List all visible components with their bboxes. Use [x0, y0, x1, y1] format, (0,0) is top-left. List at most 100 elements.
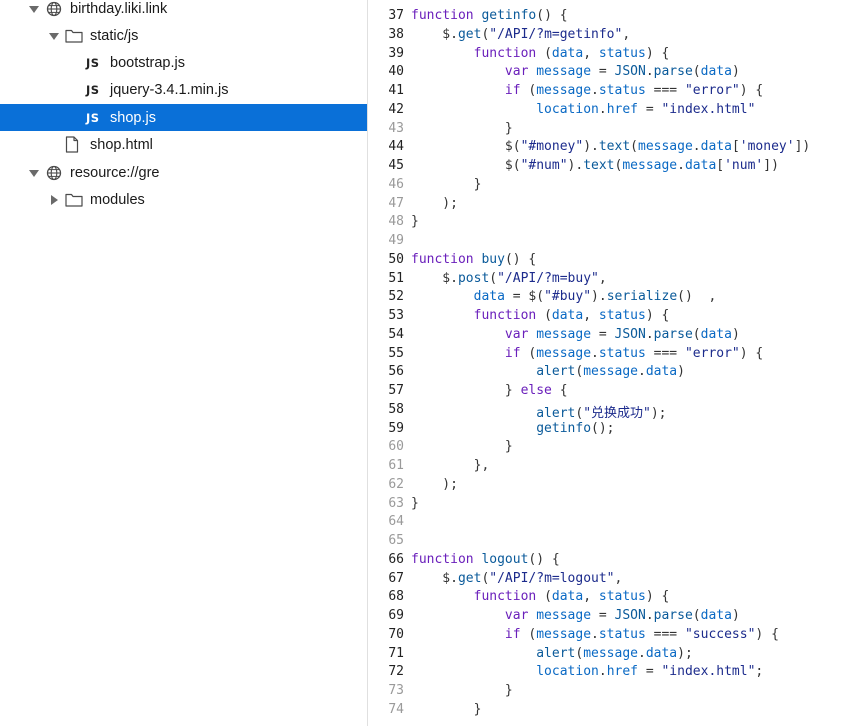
code-line: if (message.status === "error") {	[504, 83, 764, 98]
line-number[interactable]: 74	[368, 702, 404, 717]
tree-item-label: shop.js	[110, 109, 156, 126]
code-editor[interactable]: 36 37 function getinfo() { 38 $.get("/API/?…	[368, 0, 865, 726]
line-number[interactable]: 62	[368, 477, 404, 492]
code-line: }	[411, 120, 513, 136]
tree-item-label: resource://gre	[70, 164, 160, 181]
code-line: function buy() {	[411, 251, 537, 267]
line-number[interactable]: 51	[368, 271, 404, 286]
folder-icon	[65, 28, 83, 43]
line-number[interactable]: 49	[368, 233, 404, 248]
line-number[interactable]: 52	[368, 289, 404, 304]
line-number[interactable]: 44	[368, 139, 404, 154]
code-line: $.get("/API/?m=getinfo",	[411, 26, 631, 42]
code-line: alert("兑换成功");	[536, 405, 667, 421]
code-line: getinfo();	[536, 420, 615, 436]
line-number[interactable]: 50	[368, 252, 404, 267]
code-line: }	[411, 214, 419, 230]
line-number[interactable]: 54	[368, 327, 404, 342]
line-number[interactable]: 68	[368, 589, 404, 604]
js-file-icon: JS	[86, 82, 100, 97]
code-line: if (message.status === "error") {	[504, 345, 764, 361]
tree-item-label: birthday.liki.link	[70, 0, 168, 17]
code-line: }	[411, 439, 513, 455]
line-number: 36	[368, 0, 404, 4]
line-number[interactable]: 64	[368, 514, 404, 529]
file-tree-panel: birthday.liki.link static/js JS bootstrap.j…	[0, 0, 368, 726]
line-number[interactable]: 42	[368, 102, 404, 117]
tree-item-label: shop.html	[90, 136, 153, 153]
code-line: } else {	[411, 383, 568, 398]
line-number[interactable]: 66	[368, 552, 404, 567]
expanded-twisty-icon[interactable]	[49, 32, 59, 40]
code-line: var message = JSON.parse(data)	[504, 608, 740, 623]
line-number[interactable]: 48	[368, 214, 404, 229]
line-number[interactable]: 69	[368, 608, 404, 623]
line-number[interactable]: 71	[368, 646, 404, 661]
folder-icon	[65, 192, 83, 207]
expanded-twisty-icon[interactable]	[29, 169, 39, 177]
line-number[interactable]: 56	[368, 364, 404, 379]
code-line: $("#num").text(message.data['num'])	[411, 158, 779, 173]
code-line: function (data, status) {	[473, 45, 670, 61]
code-line: function getinfo() {	[411, 8, 568, 23]
expanded-twisty-icon[interactable]	[29, 5, 39, 13]
code-line: location.href = "index.html"	[536, 101, 756, 117]
tree-item-label: static/js	[90, 27, 139, 44]
line-number[interactable]: 63	[368, 496, 404, 511]
code-line: }	[411, 701, 482, 717]
code-line: data = $("#buy").serialize() ,	[473, 289, 717, 305]
collapsed-twisty-icon[interactable]	[51, 194, 58, 205]
line-number[interactable]: 57	[368, 383, 404, 398]
line-number[interactable]: 65	[368, 533, 404, 548]
line-number[interactable]: 43	[368, 121, 404, 136]
tree-item-label: jquery-3.4.1.min.js	[110, 81, 229, 98]
line-number[interactable]: 73	[368, 683, 404, 698]
line-number[interactable]: 60	[368, 439, 404, 454]
line-number[interactable]: 47	[368, 196, 404, 211]
tree-item[interactable]: modules	[0, 186, 367, 213]
code-line: var message = JSON.parse(data)	[504, 326, 740, 342]
js-file-icon: JS	[86, 110, 100, 125]
tree-item-label: modules	[90, 191, 145, 208]
code-line: function (data, status) {	[473, 589, 670, 605]
code-line: if (message.status === "success") {	[504, 626, 779, 642]
line-number[interactable]: 67	[368, 571, 404, 586]
line-number[interactable]: 55	[368, 346, 404, 361]
code-line: }	[411, 683, 513, 698]
code-line: var message = JSON.parse(data)	[504, 64, 740, 80]
line-number[interactable]: 37	[368, 8, 404, 23]
tree-item[interactable]: resource://gre	[0, 159, 367, 186]
tree-item[interactable]: static/js	[0, 22, 367, 49]
line-number[interactable]: 45	[368, 158, 404, 173]
line-number[interactable]: 58	[368, 402, 404, 417]
js-file-icon: JS	[86, 55, 100, 70]
globe-icon	[46, 165, 62, 181]
line-number[interactable]: 72	[368, 664, 404, 679]
tree-item[interactable]: shop.html	[0, 131, 367, 158]
code-line: function (data, status) {	[473, 308, 670, 323]
code-line: $("#money").text(message.data['money'])	[411, 139, 811, 155]
code-line: }	[411, 176, 482, 192]
tree-item[interactable]: JS jquery-3.4.1.min.js	[0, 76, 367, 103]
line-number[interactable]: 40	[368, 64, 404, 79]
line-number[interactable]: 61	[368, 458, 404, 473]
line-number[interactable]: 53	[368, 308, 404, 323]
code-line: alert(message.data)	[536, 364, 685, 380]
tree-item[interactable]: birthday.liki.link	[0, 0, 367, 22]
code-line: );	[411, 195, 458, 211]
code-line: },	[411, 458, 490, 473]
line-number[interactable]: 38	[368, 27, 404, 42]
code-line: function logout() {	[411, 551, 560, 567]
code-line: $.get("/API/?m=logout",	[411, 570, 623, 586]
tree-item[interactable]: JS shop.js	[0, 104, 367, 131]
line-number[interactable]: 39	[368, 46, 404, 61]
line-number[interactable]: 46	[368, 177, 404, 192]
globe-icon	[46, 1, 62, 17]
line-number[interactable]: 59	[368, 421, 404, 436]
file-icon	[65, 136, 79, 153]
line-number[interactable]: 70	[368, 627, 404, 642]
tree-item[interactable]: JS bootstrap.js	[0, 49, 367, 76]
code-line: alert(message.data);	[536, 645, 693, 661]
tree-item-label: bootstrap.js	[110, 54, 185, 71]
line-number[interactable]: 41	[368, 83, 404, 98]
